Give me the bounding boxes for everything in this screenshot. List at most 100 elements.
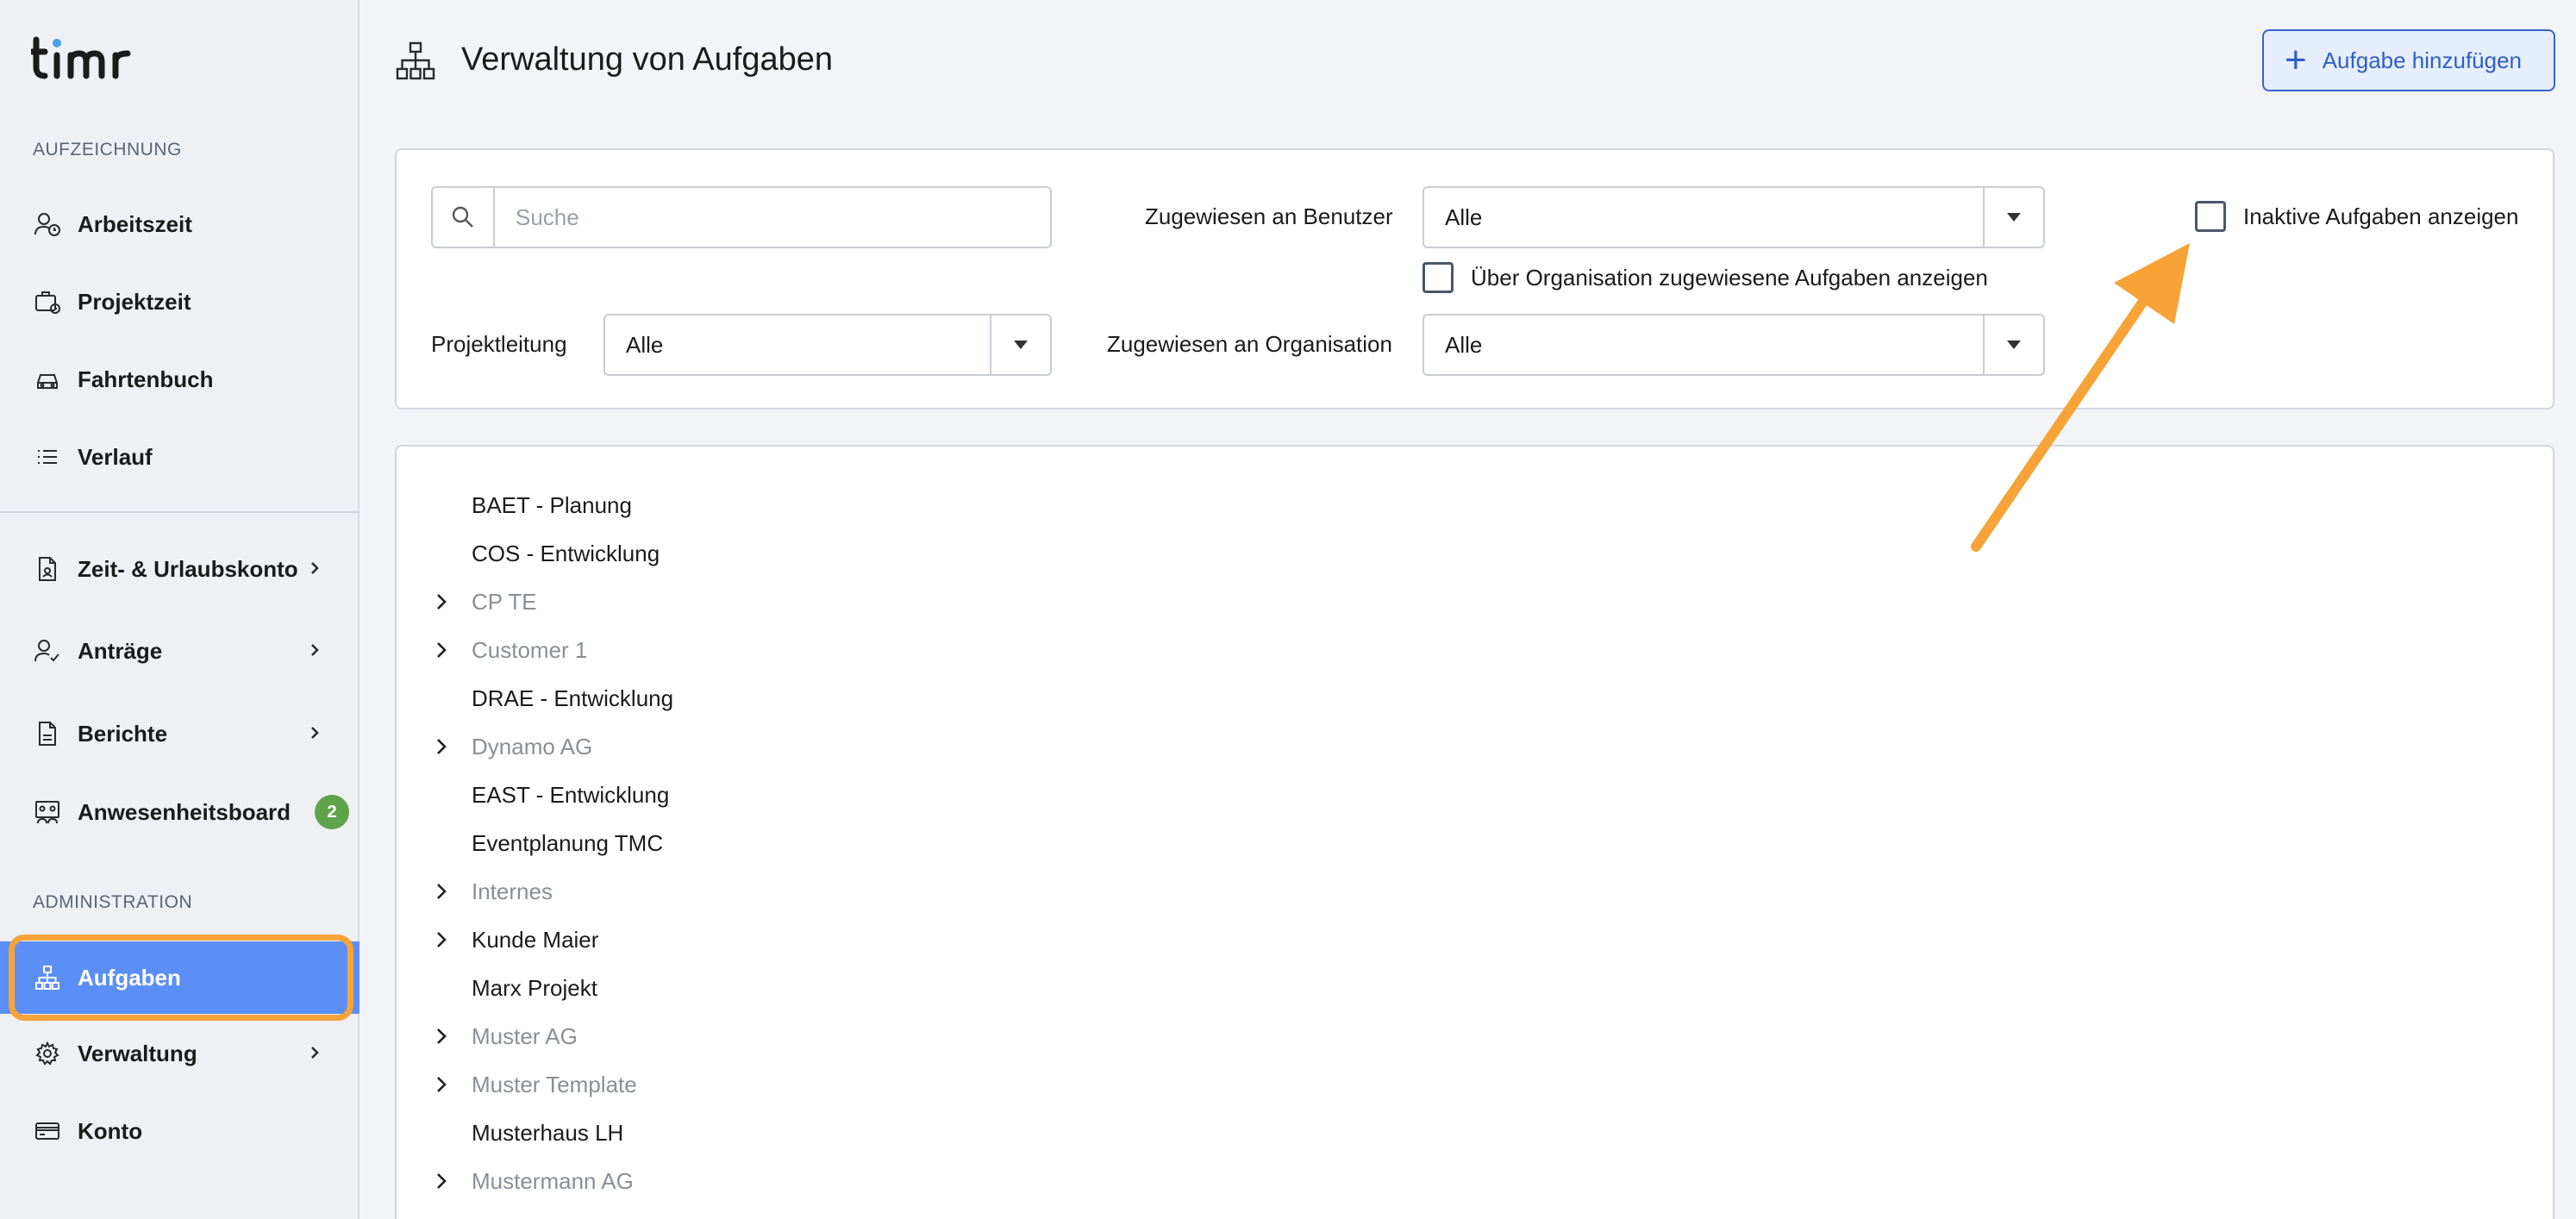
sidebar-item-label: Konto <box>78 1117 143 1144</box>
assigned-user-label: Zugewiesen an Benutzer <box>1145 203 1393 229</box>
chevron-right-icon[interactable] <box>431 736 452 757</box>
tree-row[interactable]: Kunde Maier <box>397 916 2552 964</box>
assigned-user-select[interactable]: Alle <box>1422 186 2045 248</box>
sidebar-item-berichte[interactable]: Berichte <box>0 703 360 764</box>
sidebar-item-label: Anträge <box>78 637 163 664</box>
sidebar-item-label: Arbeitszeit <box>78 210 192 237</box>
assigned-org-label: Zugewiesen an Organisation <box>1107 331 1392 357</box>
plus-icon: + <box>2285 39 2307 81</box>
search-input[interactable] <box>495 203 1012 231</box>
chevron-right-icon <box>304 722 325 743</box>
add-task-button[interactable]: + Aufgabe hinzufügen <box>2262 29 2555 91</box>
chevron-right-icon[interactable] <box>431 591 452 612</box>
sidebar-item-antraege[interactable]: Anträge <box>0 621 360 681</box>
tree-row-label: Internes <box>472 878 553 904</box>
tree-row-label: DRAE - Entwicklung <box>472 685 674 711</box>
report-icon <box>33 719 62 748</box>
assigned-org-select[interactable]: Alle <box>1422 314 2045 376</box>
tree-row-label: Kunde Maier <box>472 926 599 953</box>
sidebar-item-aufgaben[interactable]: Aufgaben <box>0 941 360 1014</box>
chevron-right-icon[interactable] <box>431 1171 452 1191</box>
tree-row[interactable]: EAST - Entwicklung <box>397 771 2552 819</box>
chevron-right-icon <box>304 1042 325 1063</box>
caret-down-icon[interactable] <box>1983 188 2043 247</box>
tree-row[interactable]: Marx Projekt <box>397 964 2552 1012</box>
tree-row-label: Musterhaus LH <box>472 1119 624 1146</box>
tree-row[interactable]: COS - Entwicklung <box>397 529 2552 578</box>
chevron-right-icon[interactable] <box>431 1074 452 1095</box>
tree-row[interactable]: DRAE - Entwicklung <box>397 674 2552 722</box>
add-task-label: Aufgabe hinzufügen <box>2322 47 2523 73</box>
filter-panel: Zugewiesen an Benutzer Alle Über Organis… <box>395 148 2554 409</box>
hierarchy-icon <box>33 963 62 992</box>
sidebar-item-label: Berichte <box>78 720 168 747</box>
tree-row-label: COS - Entwicklung <box>472 540 660 566</box>
tree-row[interactable]: Customer 1 <box>397 626 2552 674</box>
caret-down-icon[interactable] <box>1983 316 2043 374</box>
tree-row[interactable]: Mustermann AG <box>397 1157 2552 1205</box>
tree-row[interactable]: Dynamo AG <box>397 722 2552 771</box>
tree-row-label: Marx Projekt <box>472 974 597 1001</box>
sidebar-item-label: Verwaltung <box>78 1040 197 1066</box>
sidebar-item-label: Fahrtenbuch <box>78 366 214 392</box>
assigned-user-value: Alle <box>1445 203 1483 230</box>
car-icon <box>33 365 62 394</box>
tree-row-label: CP TE <box>472 588 537 615</box>
timr-logo[interactable] <box>28 34 143 83</box>
sidebar-divider <box>0 511 360 513</box>
project-lead-value: Alle <box>626 331 664 358</box>
sidebar-item-fahrtenbuch[interactable]: Fahrtenbuch <box>0 349 360 409</box>
tree-row[interactable]: BAET - Planung <box>397 481 2552 529</box>
org-tasks-checkbox-label: Über Organisation zugewiesene Aufgaben a… <box>1471 265 1988 291</box>
org-tasks-checkbox[interactable] <box>1422 262 1454 293</box>
tree-row[interactable]: Eventplanung TMC <box>397 819 2552 867</box>
assigned-org-value: Alle <box>1445 331 1483 358</box>
tree-row[interactable]: Musterhaus LH <box>397 1109 2552 1157</box>
gear-icon <box>33 1039 62 1068</box>
section-label-recording: AUFZEICHNUNG <box>33 140 182 159</box>
tree-row-label: Muster Template <box>472 1071 637 1097</box>
sidebar-item-label: Zeit- & Urlaubskonto <box>78 555 298 582</box>
tree-row-label: Customer 1 <box>472 636 588 663</box>
sidebar-item-arbeitszeit[interactable]: Arbeitszeit <box>0 194 360 254</box>
search-icon <box>433 188 495 247</box>
chevron-right-icon <box>304 558 325 578</box>
sidebar-item-anwesenheitsboard[interactable]: Anwesenheitsboard 2 <box>0 782 360 842</box>
tree-row-label: Dynamo AG <box>472 733 593 760</box>
tree-row[interactable]: Internes <box>397 867 2552 916</box>
project-lead-select[interactable]: Alle <box>603 314 1052 376</box>
chevron-right-icon[interactable] <box>431 640 452 660</box>
sidebar-item-projektzeit[interactable]: Projektzeit <box>0 272 360 332</box>
sidebar-item-konto[interactable]: Konto <box>0 1101 360 1161</box>
hierarchy-icon <box>395 41 436 81</box>
tree-row[interactable]: Muster Template <box>397 1060 2552 1109</box>
tree-row-label: Eventplanung TMC <box>472 829 664 856</box>
chevron-right-icon[interactable] <box>431 881 452 902</box>
tree-row[interactable]: CP TE <box>397 578 2552 626</box>
presence-board-icon <box>33 797 62 827</box>
caret-down-icon[interactable] <box>990 316 1050 374</box>
chevron-right-icon[interactable] <box>431 1026 452 1047</box>
chevron-right-icon[interactable] <box>431 929 452 950</box>
sidebar-item-verlauf[interactable]: Verlauf <box>0 427 360 487</box>
sidebar-item-label: Verlauf <box>78 443 153 470</box>
search-field[interactable] <box>431 186 1052 248</box>
tree-row[interactable]: Muster AG <box>397 1012 2552 1060</box>
briefcase-clock-icon <box>33 287 62 316</box>
sidebar-item-verwaltung[interactable]: Verwaltung <box>0 1023 360 1084</box>
task-tree-panel: BAET - Planung COS - Entwicklung CP TE Cust… <box>395 445 2554 1219</box>
chevron-right-icon <box>304 640 325 660</box>
tree-row-label: Muster AG <box>472 1022 578 1049</box>
sidebar: AUFZEICHNUNG Arbeitszeit Projektzeit Fah… <box>0 0 360 1219</box>
tree-row-label: Mustermann AG <box>472 1167 634 1194</box>
project-lead-label: Projektleitung <box>431 331 567 357</box>
page-title: Verwaltung von Aufgaben <box>461 41 834 78</box>
sidebar-item-label: Anwesenheitsboard <box>78 798 291 825</box>
inactive-tasks-checkbox[interactable] <box>2195 201 2226 232</box>
tree-row-label: EAST - Entwicklung <box>472 781 670 808</box>
credit-card-icon <box>33 1116 62 1146</box>
sidebar-item-zeitkonto[interactable]: Zeit- & Urlaubskonto <box>0 539 360 599</box>
notification-badge: 2 <box>315 795 350 829</box>
user-clock-icon <box>33 209 62 239</box>
user-check-icon <box>33 636 62 666</box>
